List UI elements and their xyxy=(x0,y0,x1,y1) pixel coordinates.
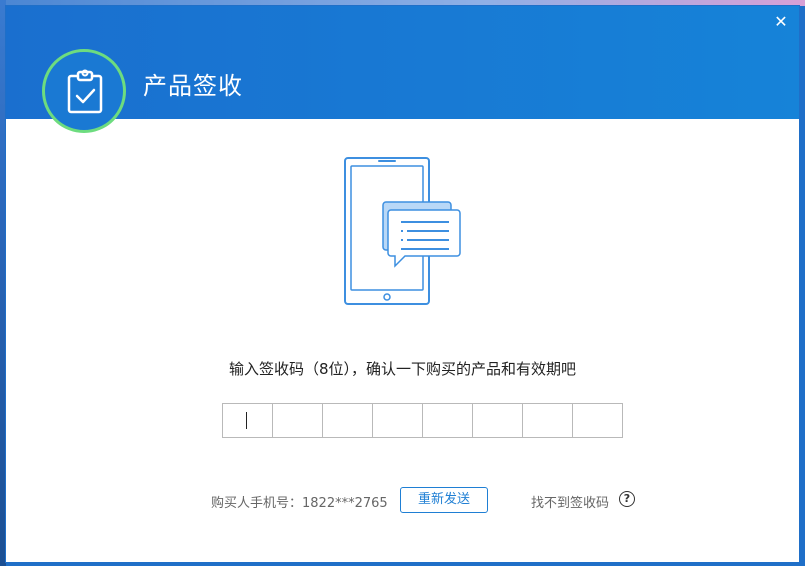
code-digit-box-2[interactable] xyxy=(272,403,323,438)
code-digit-box-6[interactable] xyxy=(472,403,523,438)
buyer-phone-number: 1822***2765 xyxy=(302,496,388,511)
code-digit-box-7[interactable] xyxy=(522,403,573,438)
buyer-phone-label: 购买人手机号： xyxy=(211,496,303,511)
dialog-header: ✕ 产品签收 xyxy=(6,6,799,119)
close-icon[interactable]: ✕ xyxy=(774,12,787,31)
code-digit-box-1[interactable] xyxy=(222,403,273,438)
dialog-title: 产品签收 xyxy=(143,72,243,100)
question-circle-icon[interactable]: ? xyxy=(619,491,635,507)
text-caret xyxy=(246,412,247,429)
clipboard-check-icon xyxy=(67,69,103,114)
code-digit-box-3[interactable] xyxy=(322,403,373,438)
phone-message-illustration xyxy=(343,156,473,320)
signing-code-input[interactable] xyxy=(222,403,623,438)
code-digit-box-4[interactable] xyxy=(372,403,423,438)
logo-badge xyxy=(42,49,126,133)
buyer-phone-info: 购买人手机号：1822***2765 xyxy=(211,492,388,511)
instruction-text: 输入签收码（8位），确认一下购买的产品和有效期吧 xyxy=(228,360,577,378)
code-digit-box-5[interactable] xyxy=(422,403,473,438)
dialog-window: ✕ 产品签收 输入签收码（8位），确认一下购买的产品和有效期吧 购买人手机号：1… xyxy=(5,5,800,563)
cannot-find-code-link[interactable]: 找不到签收码 xyxy=(531,492,609,511)
close-button[interactable]: ✕ xyxy=(773,14,789,30)
code-digit-box-8[interactable] xyxy=(572,403,623,438)
resend-button[interactable]: 重新发送 xyxy=(400,487,488,513)
